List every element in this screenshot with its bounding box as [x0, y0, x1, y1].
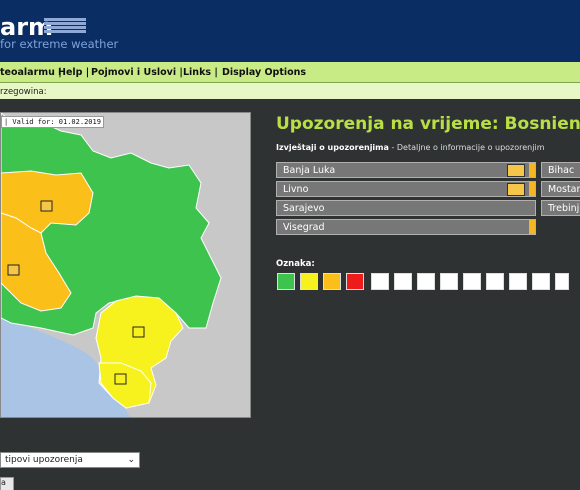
region-visegrad[interactable]: Visegrad — [276, 219, 536, 235]
avalanche-icon — [555, 273, 569, 290]
region-bihac[interactable]: Bihac — [541, 162, 580, 178]
valid-date-label: | Valid for: 01.02.2019 — [1, 116, 104, 128]
site-tagline: for extreme weather — [0, 37, 119, 51]
warning-type-select[interactable]: tipovi upozorenja ⌄ — [0, 452, 140, 468]
forest-fire-icon — [532, 273, 550, 290]
fog-icon — [440, 273, 458, 290]
warning-level-bar — [529, 220, 535, 234]
submit-button[interactable]: a — [0, 477, 14, 490]
nav-item-pojmovi[interactable]: Pojmovi i Uslovi | — [91, 67, 183, 78]
region-label: Bihac — [548, 165, 575, 176]
wind-icon — [507, 164, 525, 177]
region-livno[interactable]: Livno — [276, 181, 536, 197]
warning-level-bar — [529, 182, 535, 196]
legend-red-level — [346, 273, 364, 290]
chevron-down-icon: ⌄ — [127, 455, 135, 465]
nav-item-help[interactable]: Help | — [58, 67, 89, 78]
warning-level-bar — [529, 163, 535, 177]
select-value: tipovi upozorenja — [5, 455, 83, 465]
region-label: Visegrad — [283, 222, 325, 233]
region-label: Sarajevo — [283, 203, 325, 214]
legend-label: Oznaka: — [276, 259, 315, 269]
nav-item-links[interactable]: Links | — [183, 67, 218, 78]
region-trebinje[interactable]: Trebinj — [541, 200, 580, 216]
extreme-low-temperature-icon — [486, 273, 504, 290]
page-title: Upozorenja na vrijeme: Bosnien — [276, 114, 580, 134]
wind-icon — [507, 183, 525, 196]
thunderstorm-icon — [417, 273, 435, 290]
snow-ice-icon — [394, 273, 412, 290]
region-label: Livno — [283, 184, 309, 195]
site-header: arm for extreme weather — [0, 0, 580, 62]
region-label: Banja Luka — [283, 165, 336, 176]
region-label: Trebinj — [548, 203, 580, 214]
warning-map: | Valid for: 01.02.2019 — [0, 112, 251, 418]
reports-description: - Detaljne o informacije o upozorenjim — [388, 143, 545, 152]
region-mostar[interactable]: Mostar — [541, 181, 580, 197]
legend-green-level — [277, 273, 295, 290]
coastal-event-icon — [509, 273, 527, 290]
top-nav: teoalarmu | Help | Pojmovi i Uslovi | Li… — [0, 62, 580, 83]
legend-yellow-level — [300, 273, 318, 290]
wind-icon — [371, 273, 389, 290]
breadcrumb: rzegowina: — [0, 83, 580, 99]
reports-heading: Izvještaji o upozorenjima — [276, 143, 389, 152]
nav-item-meteoalarm[interactable]: teoalarmu | — [0, 67, 62, 78]
extreme-high-temperature-icon — [463, 273, 481, 290]
region-label: Mostar — [548, 184, 580, 195]
region-banja-luka[interactable]: Banja Luka — [276, 162, 536, 178]
logo-stripes — [44, 18, 86, 34]
legend-orange-level — [323, 273, 341, 290]
nav-item-display-options[interactable]: Display Options — [222, 67, 306, 78]
region-sarajevo[interactable]: Sarajevo — [276, 200, 536, 216]
reports-subheading: Izvještaji o upozorenjima - Detaljne o i… — [276, 143, 545, 152]
